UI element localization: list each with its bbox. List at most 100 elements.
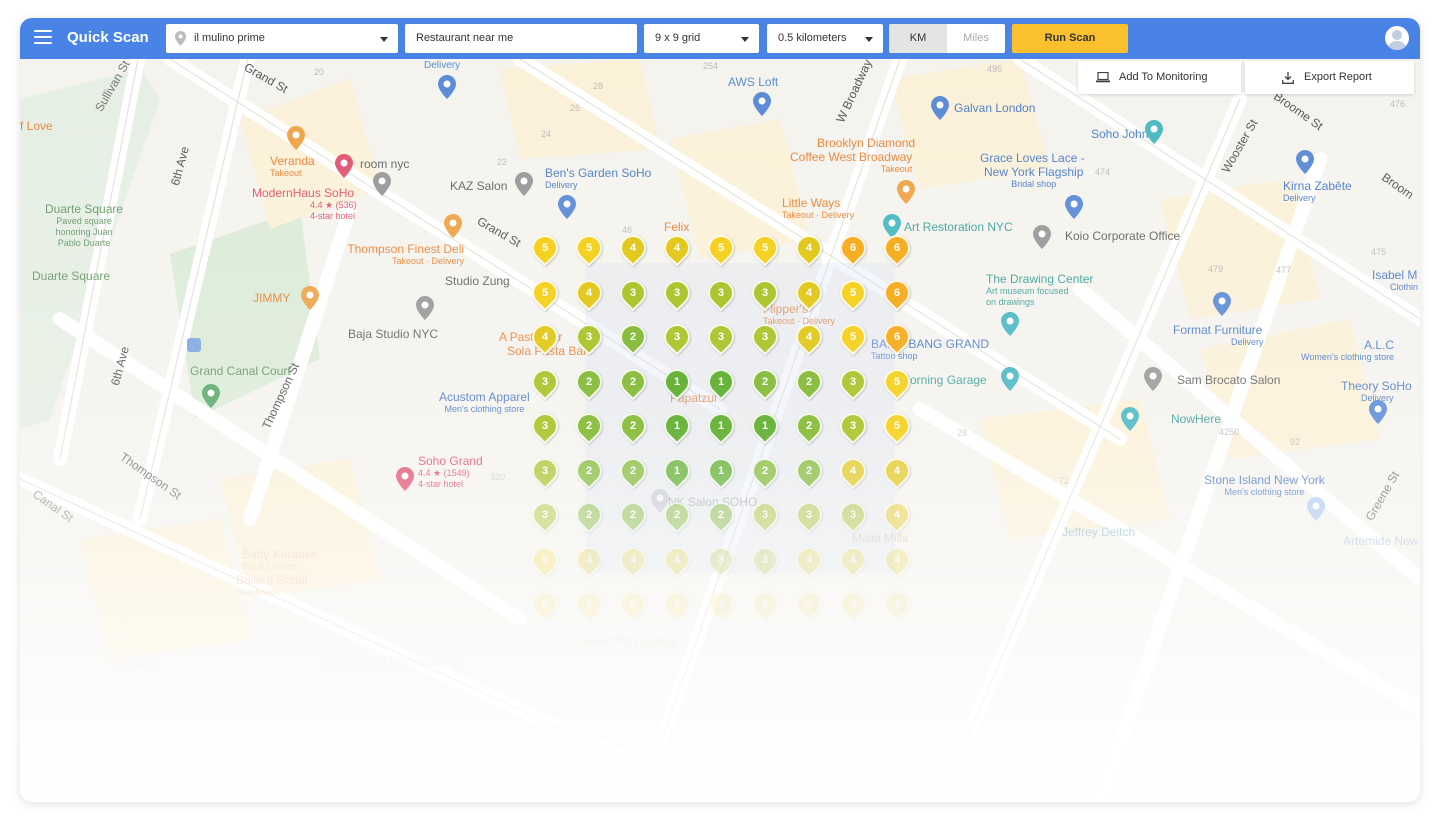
place-label[interactable]: Grace Loves Lace - bbox=[980, 151, 1085, 165]
map-pin-icon[interactable] bbox=[1145, 120, 1163, 144]
place-label[interactable]: New York Flagship Bridal shop bbox=[984, 165, 1083, 190]
map-pin-icon[interactable] bbox=[1065, 195, 1083, 219]
place-label[interactable]: Jeffrey Deitch bbox=[1062, 525, 1135, 539]
distance-select[interactable]: 0.5 kilometers bbox=[767, 24, 883, 53]
place-label[interactable]: Studio Zung bbox=[445, 274, 510, 288]
map-pin-icon[interactable] bbox=[438, 75, 456, 99]
place-label[interactable]: Grand Canal Court bbox=[190, 364, 291, 378]
rank-pin-value: 3 bbox=[541, 464, 549, 477]
map-pin-icon[interactable] bbox=[1001, 367, 1019, 391]
business-select[interactable]: il mulino prime bbox=[166, 24, 398, 53]
place-label[interactable]: Canal St bbox=[114, 657, 160, 671]
place-label[interactable]: Soho Local Dry Cleaning bbox=[326, 655, 459, 669]
app-window: Grand St Grand St Sullivan St 6th Ave 6t… bbox=[20, 18, 1420, 802]
keyword-input[interactable] bbox=[405, 24, 637, 53]
place-label[interactable]: Isabel M Clothin bbox=[1372, 268, 1418, 293]
map-view[interactable]: Grand St Grand St Sullivan St 6th Ave 6t… bbox=[20, 59, 1420, 802]
place-label[interactable]: Coffee West Broadway Takeout bbox=[790, 150, 912, 175]
map-pin-icon[interactable] bbox=[1033, 225, 1051, 249]
place-label[interactable]: Galvan London bbox=[954, 101, 1035, 115]
map-pin-icon[interactable] bbox=[416, 296, 434, 320]
rank-pin-value: 4 bbox=[629, 242, 637, 254]
place-label[interactable]: JIMMY bbox=[253, 291, 290, 305]
place-label[interactable]: Grand Pizza Shop bbox=[580, 634, 677, 648]
map-pin-icon[interactable] bbox=[1296, 150, 1314, 174]
rank-pin-value: 4 bbox=[585, 286, 593, 299]
place-label[interactable]: Malia Mills bbox=[852, 531, 908, 545]
map-pin-icon[interactable] bbox=[287, 126, 305, 150]
place-label[interactable]: AWS Loft bbox=[728, 75, 778, 89]
place-label[interactable]: A.L.C Women's clothing store bbox=[1301, 338, 1394, 363]
map-pin-icon[interactable] bbox=[202, 384, 220, 408]
place-label[interactable]: Felix bbox=[664, 220, 689, 234]
map-pin-icon[interactable] bbox=[1213, 292, 1231, 316]
place-label[interactable]: Sam Brocato Salon bbox=[1177, 373, 1280, 387]
place-label[interactable]: Ben's Garden SoHo Delivery bbox=[545, 166, 651, 191]
place-label[interactable]: KAZ Salon bbox=[450, 179, 507, 193]
unit-km-button[interactable]: KM bbox=[889, 24, 947, 53]
building-number: 20 bbox=[314, 67, 325, 77]
map-pin-icon[interactable] bbox=[396, 467, 414, 491]
app-title: Quick Scan bbox=[67, 29, 149, 46]
avatar[interactable] bbox=[1385, 26, 1409, 50]
map-pin-icon[interactable] bbox=[897, 180, 915, 204]
place-label[interactable]: Morning Garage bbox=[900, 373, 987, 387]
map-pin-icon[interactable] bbox=[335, 154, 353, 178]
map-pin-icon[interactable] bbox=[1307, 497, 1325, 521]
rank-pin-value: 4 bbox=[805, 286, 813, 299]
map-pin-icon[interactable] bbox=[1001, 312, 1019, 336]
map-pin-icon[interactable] bbox=[301, 286, 319, 310]
map-pin-icon[interactable] bbox=[753, 92, 771, 116]
place-label[interactable]: Art Restoration NYC bbox=[904, 220, 1013, 234]
grid-size-select[interactable]: 9 x 9 grid bbox=[644, 24, 759, 53]
place-label[interactable]: Format Furniture Delivery bbox=[1173, 323, 1264, 348]
map-pin-icon[interactable] bbox=[1121, 407, 1139, 431]
rank-pin-value: 3 bbox=[629, 286, 637, 299]
place-label[interactable]: Artemide New bbox=[1343, 534, 1418, 548]
place-label[interactable]: Baby Karaoke Bar & Lounge bbox=[242, 547, 317, 572]
map-pin-icon[interactable] bbox=[373, 172, 391, 196]
rank-pin-value: 5 bbox=[893, 420, 901, 432]
add-to-monitoring-button[interactable]: Add To Monitoring bbox=[1078, 61, 1241, 94]
map-pin-icon[interactable] bbox=[1144, 367, 1162, 391]
place-label[interactable]: Veranda Takeout bbox=[270, 154, 315, 179]
rank-pin-value: 5 bbox=[541, 286, 549, 299]
building-number: 92 bbox=[1290, 437, 1301, 447]
building-number: 495 bbox=[987, 64, 1003, 74]
map-pin-icon[interactable] bbox=[931, 96, 949, 120]
map-pin-icon[interactable] bbox=[515, 172, 533, 196]
place-label[interactable]: room nyc bbox=[360, 157, 409, 171]
place-label[interactable]: Stone Island New York Men's clothing stor… bbox=[1204, 473, 1325, 498]
unit-miles-button[interactable]: Miles bbox=[947, 24, 1005, 53]
place-label[interactable]: Koio Corporate Office bbox=[1065, 229, 1180, 243]
hamburger-menu-icon[interactable] bbox=[34, 30, 52, 46]
place-label[interactable]: Brooklyn Diamond bbox=[817, 136, 915, 150]
place-label[interactable]: Baja Studio NYC bbox=[348, 327, 438, 341]
map-pin-icon[interactable] bbox=[444, 214, 462, 238]
place-label[interactable]: Thompson Finest Deli Takeout · Delivery bbox=[344, 242, 464, 267]
rank-pin-value: 2 bbox=[805, 464, 813, 477]
rank-pin-value: 3 bbox=[761, 286, 769, 299]
place-label[interactable]: Little Ways Takeout · Delivery bbox=[782, 196, 854, 221]
place-label[interactable]: ModernHaus SoHo 4.4 ★ (536) 4-star hotel bbox=[252, 186, 357, 222]
place-label[interactable]: NowHere bbox=[1171, 412, 1221, 426]
rank-pin-value: 3 bbox=[541, 420, 549, 432]
rank-pin-value: 6 bbox=[893, 286, 901, 299]
run-scan-button[interactable]: Run Scan bbox=[1012, 24, 1128, 53]
place-label[interactable]: The Drawing Center Art museum focused on d… bbox=[986, 272, 1093, 308]
place-label[interactable]: Soho Grand 4.4 ★ (1549) 4-star hotel bbox=[418, 454, 483, 490]
place-label[interactable]: Acustom Apparel Men's clothing store bbox=[439, 390, 530, 415]
place-label[interactable]: f Love bbox=[20, 119, 53, 133]
place-label[interactable]: Flipper's Takeout · Delivery bbox=[763, 302, 835, 327]
place-label[interactable]: Ballera Bridal Handmade bbox=[236, 573, 307, 598]
place-label: Duarte Square bbox=[32, 269, 111, 283]
rank-pin-value: 4 bbox=[893, 464, 901, 477]
place-label[interactable]: Delivery bbox=[424, 59, 460, 73]
chevron-down-icon bbox=[865, 37, 873, 42]
map-pin-icon[interactable] bbox=[558, 195, 576, 219]
export-report-button[interactable]: Export Report bbox=[1245, 61, 1414, 94]
map-pin-icon[interactable] bbox=[1369, 400, 1387, 424]
place-label[interactable]: Duarte Square Paved square honoring Juan Pa… bbox=[45, 202, 123, 249]
bus-stop-icon[interactable] bbox=[187, 338, 201, 352]
place-label[interactable]: Kirna Zabête Delivery bbox=[1283, 179, 1352, 204]
